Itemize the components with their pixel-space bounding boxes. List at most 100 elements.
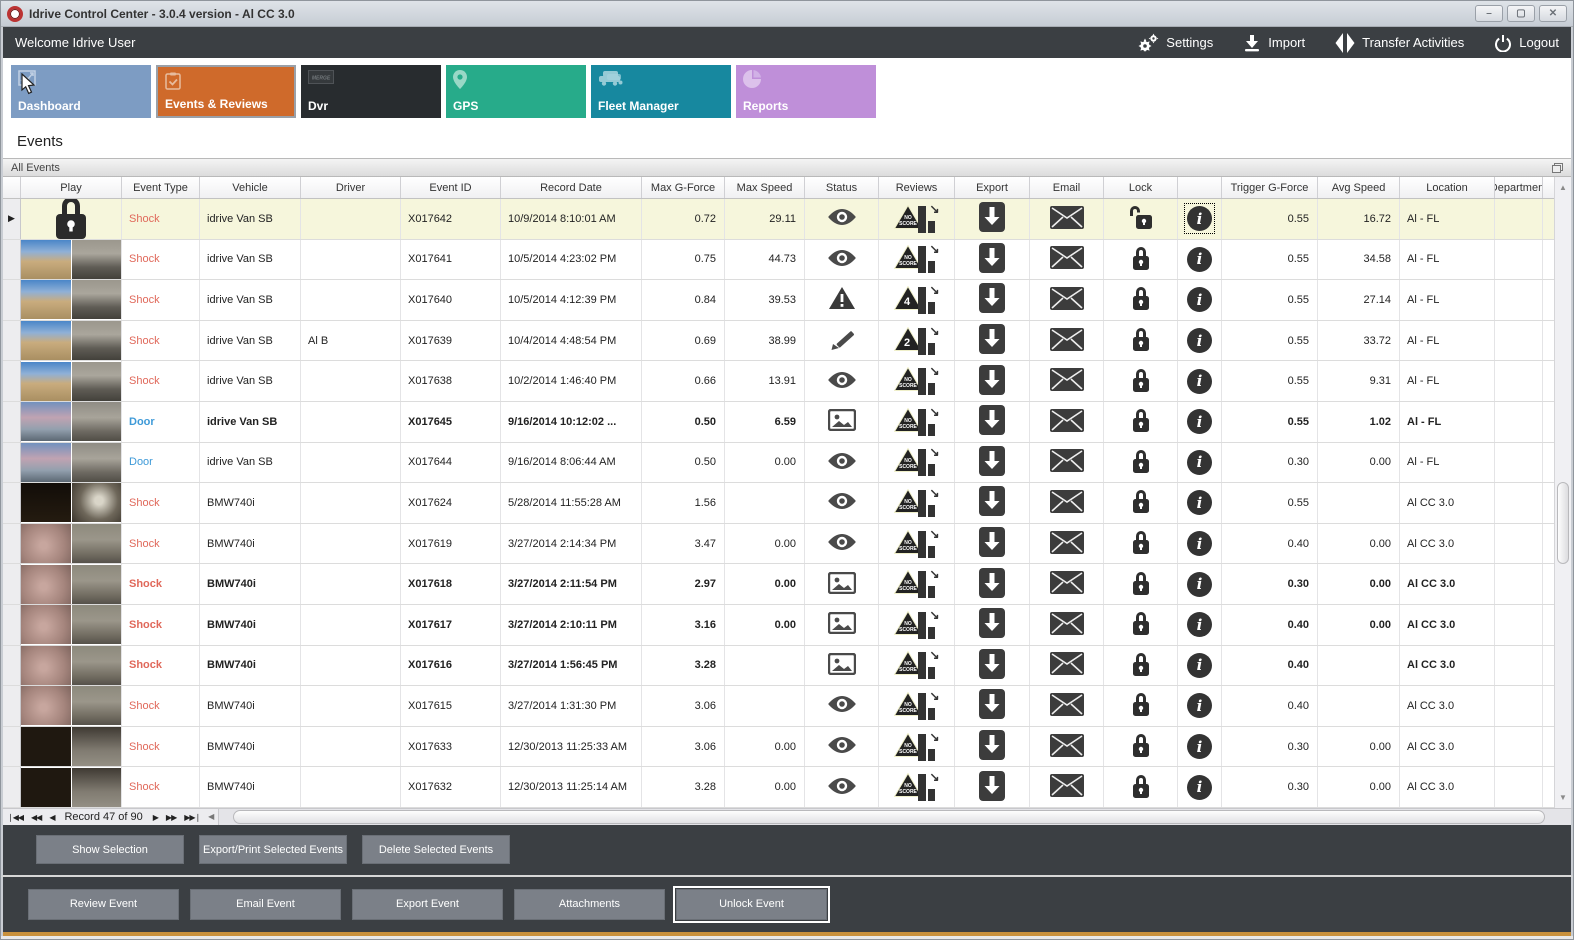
play-cell[interactable] [21,442,122,483]
reviews-cell[interactable]: NO SCORE ↘ [879,401,955,442]
reviews-cell[interactable]: NO SCORE ↘ [879,523,955,564]
attachments-button[interactable]: Attachments [514,888,665,920]
review-event-button[interactable]: Review Event [28,888,179,920]
play-cell[interactable] [21,523,122,564]
col-header-blank[interactable] [1178,177,1222,198]
play-cell[interactable] [21,767,122,807]
record-nav-fwd-1[interactable]: ▶▶ [162,813,180,822]
info-icon[interactable]: i [1187,328,1212,354]
vertical-scrollbar-thumb[interactable] [1557,482,1569,564]
export-cell[interactable] [955,320,1030,361]
table-row[interactable]: Shock idrive Van SB Al B X017639 10/4/20… [3,320,1554,362]
status-cell[interactable] [805,239,879,280]
reviews-cell[interactable]: NO SCORE ↘ [879,767,955,807]
record-nav-back-0[interactable]: ❘◀◀ [3,813,27,822]
review-score-icon[interactable]: NO SCORE ↘ [893,365,940,397]
export-cell[interactable] [955,280,1030,320]
review-score-icon[interactable]: NO SCORE ↘ [893,243,940,275]
info-cell[interactable]: i [1178,645,1222,686]
show-selection-button[interactable]: Show Selection [36,835,184,865]
email-cell[interactable] [1030,442,1104,483]
reviews-cell[interactable]: NO SCORE ↘ [879,726,955,767]
close-button[interactable]: ✕ [1539,5,1567,22]
review-score-icon[interactable]: NO SCORE ↘ [893,771,940,803]
scroll-down-arrow[interactable]: ▼ [1555,790,1571,806]
record-nav-fwd-2[interactable]: ▶▶❘ [180,813,204,822]
export-cell[interactable] [955,239,1030,280]
settings-menu-button[interactable]: Settings [1137,33,1213,53]
maximize-button[interactable]: ▢ [1507,5,1535,22]
review-score-icon[interactable]: NO SCORE ↘ [893,609,940,641]
review-score-icon[interactable]: NO SCORE ↘ [893,649,940,681]
minimize-button[interactable]: – [1475,5,1503,22]
logout-menu-button[interactable]: Logout [1494,34,1559,52]
email-cell[interactable] [1030,320,1104,361]
reviews-cell[interactable]: 4 ↘ [879,280,955,320]
info-cell[interactable]: i [1178,523,1222,564]
tab-dashboard[interactable]: Dashboard [11,65,151,118]
info-cell[interactable]: i [1178,401,1222,442]
play-cell[interactable] [21,604,122,645]
play-cell[interactable] [21,645,122,686]
col-header-event-type[interactable]: Event Type [122,177,200,198]
col-header-vehicle[interactable]: Vehicle [200,177,301,198]
info-cell[interactable]: i [1178,483,1222,523]
play-cell[interactable] [21,483,122,523]
lock-cell[interactable] [1104,483,1178,523]
email-cell[interactable] [1030,604,1104,645]
table-row[interactable]: Shock BMW740i X017619 3/27/2014 2:14:34 … [3,523,1554,565]
info-icon[interactable]: i [1187,693,1212,719]
info-cell[interactable]: i [1178,199,1222,239]
email-event-button[interactable]: Email Event [190,888,341,920]
reviews-cell[interactable]: NO SCORE ↘ [879,483,955,523]
event-video-thumbnail[interactable] [21,483,121,523]
table-row[interactable]: Shock BMW740i X017618 3/27/2014 2:11:54 … [3,564,1554,605]
table-row[interactable]: Shock idrive Van SB X017641 10/5/2014 4:… [3,239,1554,281]
lock-cell[interactable] [1104,523,1178,564]
info-icon[interactable]: i [1187,206,1212,232]
info-cell[interactable]: i [1178,442,1222,483]
play-cell[interactable] [21,199,122,239]
info-icon[interactable]: i [1187,449,1212,475]
unlock-event-button[interactable]: Unlock Event [673,885,830,923]
col-header-reviews[interactable]: Reviews [879,177,955,198]
reviews-cell[interactable]: NO SCORE ↘ [879,239,955,280]
lock-cell[interactable] [1104,361,1178,401]
email-cell[interactable] [1030,726,1104,767]
status-cell[interactable] [805,645,879,686]
table-row[interactable]: Shock BMW740i X017624 5/28/2014 11:55:28… [3,483,1554,524]
status-cell[interactable] [805,564,879,604]
hscroll-left-arrow[interactable]: ◀ [204,812,218,821]
email-cell[interactable] [1030,686,1104,726]
email-cell[interactable] [1030,767,1104,807]
event-video-thumbnail[interactable] [21,686,121,726]
event-video-thumbnail[interactable] [21,767,121,807]
review-score-icon[interactable]: 4 ↘ [893,284,940,316]
col-header-blank[interactable] [3,177,21,198]
lock-cell[interactable] [1104,442,1178,483]
email-cell[interactable] [1030,564,1104,604]
reviews-cell[interactable]: NO SCORE ↘ [879,442,955,483]
panel-restore-icon[interactable] [1552,162,1563,173]
event-video-thumbnail[interactable] [21,524,121,564]
lock-cell[interactable] [1104,239,1178,280]
tab-reports[interactable]: Reports [736,65,876,118]
play-cell[interactable] [21,239,122,280]
export-cell[interactable] [955,199,1030,239]
reviews-cell[interactable]: 2 ↘ [879,320,955,361]
table-row[interactable]: Shock BMW740i X017615 3/27/2014 1:31:30 … [3,686,1554,727]
tab-events-reviews[interactable]: Events & Reviews [155,64,297,119]
export-cell[interactable] [955,483,1030,523]
scroll-up-arrow[interactable]: ▲ [1555,179,1571,195]
reviews-cell[interactable]: NO SCORE ↘ [879,686,955,726]
table-row[interactable]: Door idrive Van SB X017644 9/16/2014 8:0… [3,442,1554,484]
col-header-lock[interactable]: Lock [1104,177,1178,198]
play-cell[interactable] [21,320,122,361]
table-row[interactable]: Shock BMW740i X017633 12/30/2013 11:25:3… [3,726,1554,768]
export-print-selected-events-button[interactable]: Export/Print Selected Events [199,835,347,865]
review-score-icon[interactable]: NO SCORE ↘ [893,203,940,235]
review-score-icon[interactable]: NO SCORE ↘ [893,568,940,600]
table-row[interactable]: Shock BMW740i X017632 12/30/2013 11:25:1… [3,767,1554,808]
info-icon[interactable]: i [1187,490,1212,516]
info-cell[interactable]: i [1178,320,1222,361]
